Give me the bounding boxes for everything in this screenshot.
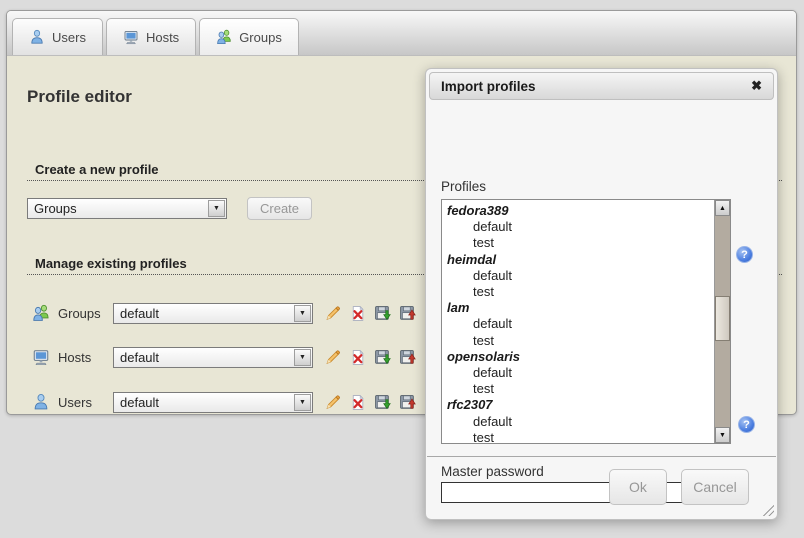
tab-groups[interactable]: Groups: [199, 18, 299, 55]
create-profile-row: Groups ▼ Create: [27, 197, 312, 220]
dropdown-arrow-icon: ▼: [294, 394, 311, 411]
profile-entry[interactable]: default: [442, 268, 714, 284]
tab-users[interactable]: Users: [12, 18, 103, 55]
group-icon: [216, 29, 232, 45]
import-button[interactable]: [399, 394, 416, 411]
profile-entry[interactable]: test: [442, 235, 714, 251]
server-name: opensolaris: [442, 349, 714, 365]
account-type-select[interactable]: Groups ▼: [27, 198, 227, 219]
export-button[interactable]: [374, 305, 391, 322]
import-profile-icon: [399, 349, 416, 366]
cancel-button[interactable]: Cancel: [681, 469, 749, 505]
tab-bar: Users Hosts Groups: [7, 11, 796, 56]
listbox-scrollbar[interactable]: ▲ ▼: [714, 200, 730, 443]
delete-button[interactable]: [349, 349, 366, 366]
delete-button[interactable]: [349, 305, 366, 322]
dialog-titlebar[interactable]: Import profiles ✖: [429, 72, 774, 100]
profile-row-hosts: Hosts default ▼: [32, 346, 416, 368]
scroll-up-icon[interactable]: ▲: [715, 200, 730, 216]
profiles-label: Profiles: [441, 179, 486, 194]
import-profile-icon: [399, 305, 416, 322]
profile-entry[interactable]: test: [442, 284, 714, 300]
dialog-title: Import profiles: [441, 79, 751, 94]
user-icon: [29, 29, 45, 45]
profiles-list-items: fedora389defaulttestheimdaldefaulttestla…: [442, 200, 714, 443]
export-profile-icon: [374, 349, 391, 366]
delete-icon: [349, 394, 366, 411]
profile-row-groups: Groups default ▼: [32, 302, 416, 324]
edit-button[interactable]: [324, 349, 341, 366]
export-profile-icon: [374, 394, 391, 411]
export-button[interactable]: [374, 394, 391, 411]
edit-button[interactable]: [324, 394, 341, 411]
help-icon[interactable]: ?: [736, 246, 753, 263]
dropdown-arrow-icon: ▼: [294, 305, 311, 322]
export-button[interactable]: [374, 349, 391, 366]
master-password-label: Master password: [441, 464, 544, 479]
export-profile-icon: [374, 305, 391, 322]
close-icon[interactable]: ✖: [751, 78, 762, 94]
profile-entry[interactable]: default: [442, 365, 714, 381]
import-profile-icon: [399, 394, 416, 411]
dialog-footer-divider: [427, 456, 776, 457]
profile-row-users: Users default ▼: [32, 391, 416, 413]
server-name: rfc2307: [442, 397, 714, 413]
edit-icon: [324, 349, 341, 366]
host-icon: [123, 29, 139, 45]
profile-entry[interactable]: default: [442, 219, 714, 235]
server-name: lam: [442, 300, 714, 316]
profile-select[interactable]: default ▼: [113, 347, 313, 368]
ok-button[interactable]: Ok: [609, 469, 667, 505]
profile-select[interactable]: default ▼: [113, 303, 313, 324]
profile-select[interactable]: default ▼: [113, 392, 313, 413]
delete-button[interactable]: [349, 394, 366, 411]
user-icon: [32, 393, 50, 411]
profile-entry[interactable]: test: [442, 333, 714, 349]
host-icon: [32, 348, 50, 366]
delete-icon: [349, 349, 366, 366]
create-button[interactable]: Create: [247, 197, 312, 220]
dropdown-arrow-icon: ▼: [208, 200, 225, 217]
import-button[interactable]: [399, 305, 416, 322]
tab-hosts[interactable]: Hosts: [106, 18, 196, 55]
import-profiles-dialog: Import profiles ✖ Profiles fedora389defa…: [425, 68, 778, 520]
import-button[interactable]: [399, 349, 416, 366]
delete-icon: [349, 305, 366, 322]
scrollbar-thumb[interactable]: [715, 296, 730, 341]
help-icon[interactable]: ?: [738, 416, 755, 433]
profiles-listbox[interactable]: fedora389defaulttestheimdaldefaulttestla…: [441, 199, 731, 444]
page-title: Profile editor: [27, 87, 132, 107]
group-icon: [32, 304, 50, 322]
profile-entry[interactable]: default: [442, 316, 714, 332]
server-name: fedora389: [442, 203, 714, 219]
resize-handle-icon[interactable]: [761, 503, 774, 516]
dropdown-arrow-icon: ▼: [294, 349, 311, 366]
edit-icon: [324, 305, 341, 322]
profile-entry[interactable]: test: [442, 430, 714, 443]
profile-entry[interactable]: test: [442, 381, 714, 397]
edit-button[interactable]: [324, 305, 341, 322]
edit-icon: [324, 394, 341, 411]
scroll-down-icon[interactable]: ▼: [715, 427, 730, 443]
server-name: heimdal: [442, 252, 714, 268]
profile-editor-page: Users Hosts Groups Profile editor Create…: [0, 0, 804, 538]
profile-entry[interactable]: default: [442, 414, 714, 430]
